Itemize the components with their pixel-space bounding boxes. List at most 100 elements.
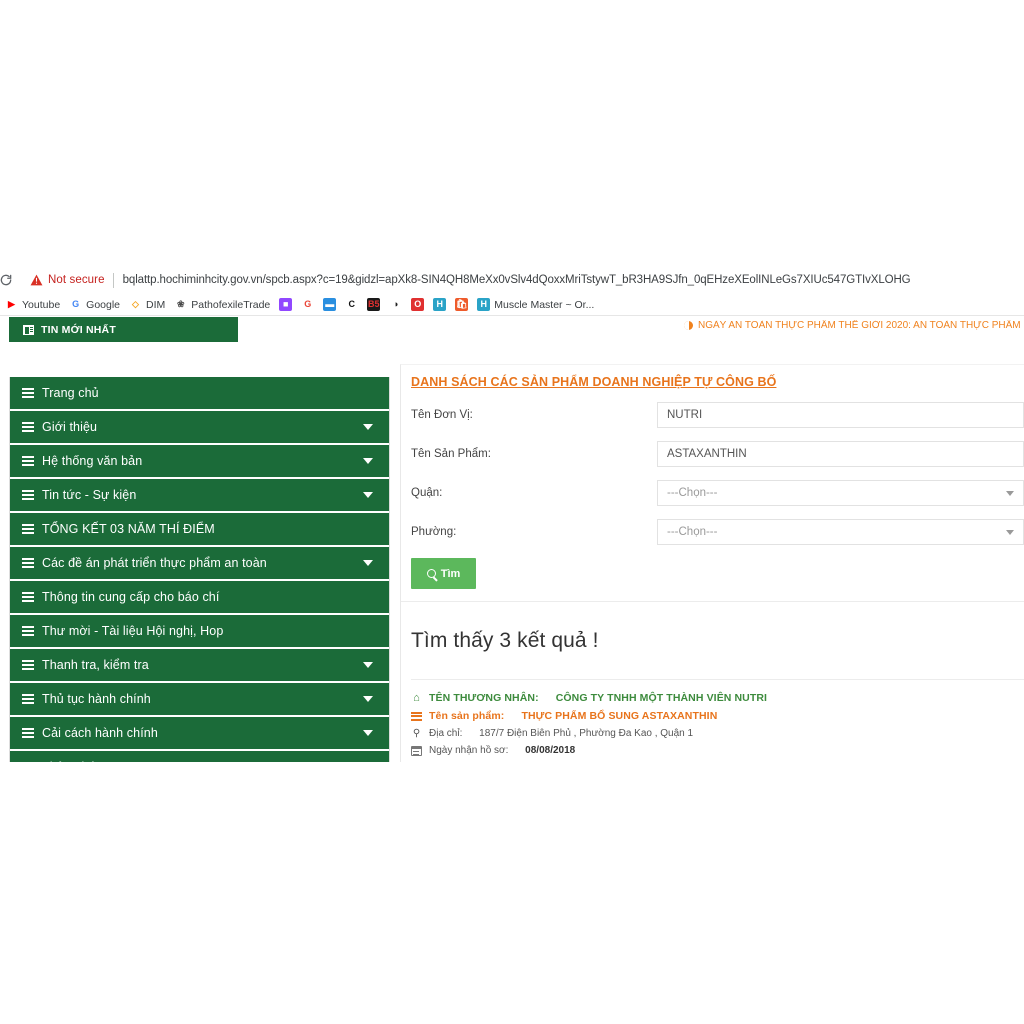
result-product-line: Tên sản phẩm: THỰC PHẨM BỔ SUNG ASTAXANT… bbox=[411, 710, 1024, 722]
results-list: ⌂ TÊN THƯƠNG NHÂN: CÔNG TY TNHH MỘT THÀNH… bbox=[411, 679, 1024, 762]
list-icon bbox=[22, 660, 34, 670]
calendar-icon bbox=[411, 745, 422, 756]
sidebar-item-label: Giới thiệu bbox=[42, 420, 98, 434]
result-merchant-line: ⌂ TÊN THƯƠNG NHÂN: CÔNG TY TNHH MỘT THÀNH… bbox=[411, 692, 1024, 704]
chevron-down-icon[interactable] bbox=[363, 560, 373, 566]
list-icon bbox=[22, 694, 34, 704]
h-blue-icon: H bbox=[433, 298, 447, 311]
chevron-down-icon[interactable] bbox=[363, 662, 373, 668]
sidebar-item-11[interactable]: Cải cách hành chính bbox=[10, 717, 389, 751]
form-label: Quận: bbox=[411, 487, 443, 499]
result-field-value: 187/7 Điện Biên Phủ , Phường Đa Kao , Qu… bbox=[479, 728, 694, 739]
security-status[interactable]: Not secure bbox=[30, 274, 105, 286]
browser-chrome: Not secure bqlattp.hochiminhcity.gov.vn/… bbox=[0, 266, 1024, 316]
select-value: ---Chọn--- bbox=[657, 480, 1024, 506]
half-circle-icon bbox=[684, 321, 693, 330]
google-icon-2: G bbox=[301, 298, 315, 311]
chevron-down-icon[interactable] bbox=[363, 458, 373, 464]
sidebar-item-12[interactable]: Thông báo bbox=[10, 751, 389, 762]
sidebar-nav: Trang chủ Giới thiệu Hệ thống văn bản Tin t… bbox=[9, 377, 390, 762]
form-row: Phường: ---Chọn--- bbox=[411, 519, 1024, 545]
sidebar-item-label: Thanh tra, kiểm tra bbox=[42, 658, 149, 672]
reload-icon[interactable] bbox=[0, 270, 16, 290]
search-button-label: Tìm bbox=[440, 567, 461, 580]
sidebar-item-10[interactable]: Thủ tục hành chính bbox=[10, 683, 389, 717]
sidebar-item-9[interactable]: Thanh tra, kiểm tra bbox=[10, 649, 389, 683]
chevron-down-icon[interactable] bbox=[363, 492, 373, 498]
search-button[interactable]: Tìm bbox=[411, 558, 476, 589]
google-icon: G bbox=[69, 298, 83, 311]
bookmark-item[interactable]: C bbox=[342, 295, 364, 315]
webpage-viewport: TIN MỚI NHẤT NGÀY AN TOÀN THỰC PHẨM THẾ … bbox=[0, 316, 1024, 762]
bookmark-item[interactable]: B5 bbox=[364, 295, 386, 315]
opera-icon: O bbox=[411, 298, 425, 311]
bookmarks-bar: ▶ Youtube G Google ◇ DIM ❀ PathofexileTrade ■ G ▬ C… bbox=[0, 294, 1024, 316]
shopee-icon: 🛍 bbox=[455, 298, 469, 311]
result-card[interactable]: ⌂ TÊN THƯƠNG NHÂN: CÔNG TY TNHH MỘT THÀNH… bbox=[411, 692, 1024, 762]
screenshot-root: Not secure bqlattp.hochiminhcity.gov.vn/… bbox=[0, 0, 1024, 1024]
bookmark-item[interactable]: 🛍 bbox=[452, 295, 474, 315]
select-value: ---Chọn--- bbox=[657, 519, 1024, 545]
gmarket-icon: ▬ bbox=[323, 298, 337, 311]
sidebar-item-label: Các đề án phát triển thực phẩm an toàn bbox=[42, 556, 267, 570]
chevron-down-icon[interactable] bbox=[363, 424, 373, 430]
result-field-label: TÊN THƯƠNG NHÂN: bbox=[429, 692, 539, 704]
ward-select[interactable]: ---Chọn--- bbox=[657, 519, 1024, 545]
sidebar-item-1[interactable]: Trang chủ bbox=[10, 377, 389, 411]
company-name-input[interactable] bbox=[657, 402, 1024, 428]
bookmark-item[interactable]: G bbox=[298, 295, 320, 315]
youtube-icon: ▶ bbox=[5, 298, 18, 311]
list-icon bbox=[22, 490, 34, 500]
sidebar-item-4[interactable]: Tin tức - Sự kiện bbox=[10, 479, 389, 513]
bookmark-item[interactable]: ▶ Youtube bbox=[2, 295, 66, 315]
sidebar-item-label: Thông tin cung cấp cho báo chí bbox=[42, 590, 220, 604]
sidebar-item-2[interactable]: Giới thiệu bbox=[10, 411, 389, 445]
list-icon bbox=[22, 456, 34, 466]
bookmark-item[interactable]: ❀ PathofexileTrade bbox=[171, 295, 276, 315]
page-main-columns: Trang chủ Giới thiệu Hệ thống văn bản Tin t… bbox=[0, 342, 1024, 762]
sidebar-item-6[interactable]: Các đề án phát triển thực phẩm an toàn bbox=[10, 547, 389, 581]
warning-triangle-icon bbox=[30, 274, 43, 286]
bookmark-item[interactable]: ◇ DIM bbox=[126, 295, 171, 315]
form-row: Tên Sản Phẩm: bbox=[411, 441, 1024, 467]
bookmark-item[interactable]: ◑ bbox=[386, 295, 408, 315]
announcement-text: NGÀY AN TOÀN THỰC PHẨM THẾ GIỚI 2020: AN… bbox=[698, 320, 1024, 331]
bookmark-label: Youtube bbox=[22, 298, 61, 311]
page-title: DANH SÁCH CÁC SẢN PHẨM DOANH NGHIỆP TỰ C… bbox=[411, 375, 777, 389]
tab-tin-moi-nhat[interactable]: TIN MỚI NHẤT bbox=[9, 317, 238, 342]
bookmark-item[interactable]: ▬ bbox=[320, 295, 342, 315]
result-field-label: Ngày nhận hồ sơ: bbox=[429, 745, 509, 756]
omnibox[interactable]: Not secure bqlattp.hochiminhcity.gov.vn/… bbox=[0, 266, 1024, 294]
bookmark-item[interactable]: H Muscle Master ~ Or... bbox=[474, 295, 600, 315]
result-field-label: Địa chỉ: bbox=[429, 728, 463, 739]
results-section: Tìm thấy 3 kết quả ! ⌂ TÊN THƯƠNG NHÂN: C… bbox=[401, 601, 1024, 762]
bookmark-item[interactable]: ■ bbox=[276, 295, 298, 315]
district-select[interactable]: ---Chọn--- bbox=[657, 480, 1024, 506]
crescent-icon: C bbox=[345, 298, 359, 311]
home-icon: ⌂ bbox=[413, 691, 420, 704]
form-label: Tên Sản Phẩm: bbox=[411, 448, 491, 460]
url-text[interactable]: bqlattp.hochiminhcity.gov.vn/spcb.aspx?c… bbox=[123, 274, 911, 286]
magnifier-icon bbox=[426, 569, 436, 578]
bookmark-item[interactable]: G Google bbox=[66, 295, 126, 315]
product-name-input[interactable] bbox=[657, 441, 1024, 467]
sidebar-item-label: TỔNG KẾT 03 NĂM THÍ ĐIỂM bbox=[42, 522, 215, 536]
map-pin-icon: ⚲ bbox=[412, 727, 421, 739]
announcement-marquee: NGÀY AN TOÀN THỰC PHẨM THẾ GIỚI 2020: AN… bbox=[684, 320, 1024, 331]
sidebar-item-label: Hệ thống văn bản bbox=[42, 454, 143, 468]
bookmark-label: Google bbox=[86, 298, 121, 311]
bookmark-item[interactable]: H bbox=[430, 295, 452, 315]
sidebar-item-label: Thông báo bbox=[42, 760, 103, 762]
sidebar-item-7[interactable]: Thông tin cung cấp cho báo chí bbox=[10, 581, 389, 615]
result-field-value: 08/08/2018 bbox=[525, 745, 576, 756]
chevron-down-icon[interactable] bbox=[363, 730, 373, 736]
not-secure-label: Not secure bbox=[48, 274, 105, 286]
chevron-down-icon[interactable] bbox=[363, 696, 373, 702]
bs-icon: B5 bbox=[367, 298, 381, 311]
sidebar-item-5[interactable]: TỔNG KẾT 03 NĂM THÍ ĐIỂM bbox=[10, 513, 389, 547]
sidebar-item-8[interactable]: Thư mời - Tài liệu Hội nghị, Hop bbox=[10, 615, 389, 649]
bookmark-item[interactable]: O bbox=[408, 295, 430, 315]
sidebar-item-3[interactable]: Hệ thống văn bản bbox=[10, 445, 389, 479]
poe-trade-icon: ❀ bbox=[174, 298, 188, 311]
result-field-label: Tên sản phẩm: bbox=[429, 710, 505, 722]
